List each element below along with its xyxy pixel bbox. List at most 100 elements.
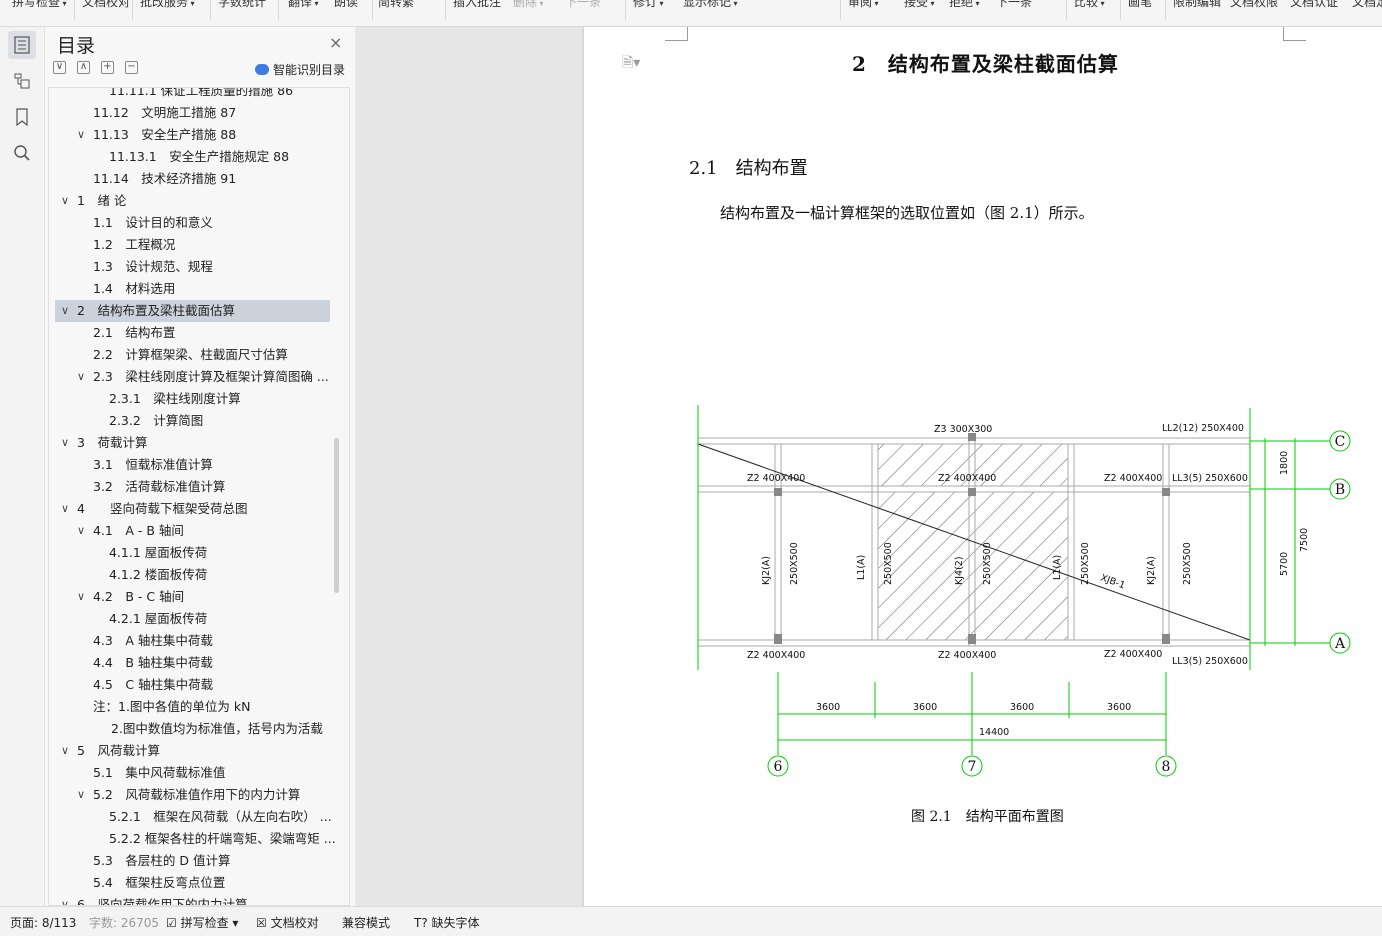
toc-item[interactable]: 2.2 计算框架梁、柱截面尺寸估算	[49, 344, 349, 366]
toc-item[interactable]: 4.2.1 屋面板传荷	[49, 608, 349, 630]
toolbar-item[interactable]: 文档校对	[82, 0, 130, 10]
toolbar-item[interactable]: 限制编辑	[1173, 0, 1221, 10]
toolbar-item[interactable]: 接受 ▾	[904, 0, 935, 10]
toolbar-item[interactable]: 画笔	[1128, 0, 1152, 10]
word-count[interactable]: 字数: 26705	[89, 914, 159, 931]
smart-toc-button[interactable]: 智能识别目录	[255, 61, 345, 78]
expand-all-button[interactable]: ∧	[77, 61, 90, 74]
toolbar-item[interactable]: 下一条	[565, 0, 601, 10]
toolbar-item[interactable]: 下一条	[996, 0, 1032, 10]
toolbar-item[interactable]: 翻译 ▾	[288, 0, 319, 10]
toc-item[interactable]: ∨ 5.2 风荷载标准值作用下的内力计算	[49, 784, 349, 806]
toc-item[interactable]: 4.3 A 轴柱集中荷载	[49, 630, 349, 652]
toc-item[interactable]: 注：1.图中各值的单位为 kN	[49, 696, 349, 718]
toc-item[interactable]: 5.4 框架柱反弯点位置	[49, 872, 349, 894]
toolbar-item[interactable]: 文档定	[1352, 0, 1382, 10]
search-icon[interactable]	[8, 139, 36, 167]
toc-scrollbar[interactable]	[334, 438, 339, 593]
toc-item[interactable]: 1.4 材料选用	[49, 278, 349, 300]
expand-toggle-icon[interactable]: ∨	[77, 586, 85, 608]
toc-item[interactable]: 11.12 文明施工措施 87	[49, 102, 349, 124]
toc-item[interactable]: ∨ 4 竖向荷载下框架受荷总图	[49, 498, 349, 520]
collapse-all-button[interactable]: ∨	[53, 61, 66, 74]
expand-toggle-icon[interactable]: ∨	[77, 784, 85, 806]
toc-item[interactable]: 11.11.1 保证工程质量的措施 86	[49, 88, 349, 102]
toolbar-item[interactable]: 文档权限	[1230, 0, 1278, 10]
toc-item[interactable]: ∨ 4.2 B - C 轴间	[49, 586, 349, 608]
toc-item[interactable]: 1.1 设计目的和意义	[49, 212, 349, 234]
toolbar-item[interactable]: 拼写检查 ▾	[12, 0, 67, 10]
toc-list[interactable]: 11.11.1 保证工程质量的措施 86 11.12 文明施工措施 87 ∨ 11.1…	[48, 87, 350, 906]
structure-icon[interactable]	[8, 67, 36, 95]
ll3-label: LL3(5) 250X600	[1172, 473, 1248, 484]
toc-item[interactable]: 5.1 集中风荷载标准值	[49, 762, 349, 784]
toc-item[interactable]: ∨ 2.3 梁柱线刚度计算及框架计算简图确 ...	[49, 366, 349, 388]
remove-heading-button[interactable]: −	[125, 61, 138, 74]
toc-item[interactable]: 5.2.2 框架各柱的杆端弯矩、梁端弯矩 ...	[49, 828, 349, 850]
toc-item-label: 11.13 安全生产措施 88	[93, 127, 237, 142]
toc-item[interactable]: ∨ 1 绪 论	[49, 190, 349, 212]
toolbar-item[interactable]: 显示标记 ▾	[683, 0, 738, 10]
add-heading-button[interactable]: +	[101, 61, 114, 74]
toc-item[interactable]: ∨ 2 结构布置及梁柱截面估算	[49, 300, 349, 322]
expand-toggle-icon[interactable]: ∨	[77, 366, 85, 388]
toolbar-item[interactable]: 字数统计	[218, 0, 266, 10]
compat-mode[interactable]: 兼容模式	[342, 914, 390, 931]
expand-toggle-icon[interactable]: ∨	[77, 520, 85, 542]
toc-item[interactable]: 2.1 结构布置	[49, 322, 349, 344]
expand-toggle-icon[interactable]: ∨	[61, 740, 69, 762]
toolbar-item[interactable]: 审阅 ▾	[848, 0, 879, 10]
toolbar-separator	[74, 0, 75, 20]
toc-item[interactable]: 5.2.1 框架在风荷载（从左向右吹） ...	[49, 806, 349, 828]
toc-item[interactable]: 3.1 恒载标准值计算	[49, 454, 349, 476]
axis-label-6: 6	[774, 759, 783, 775]
beam-size-label: 250X500	[1080, 542, 1091, 585]
proofread-status[interactable]: ☒ 文档校对	[256, 914, 319, 931]
toc-item[interactable]: ∨ 4.1 A - B 轴间	[49, 520, 349, 542]
toc-item[interactable]: ∨ 3 荷载计算	[49, 432, 349, 454]
page-indicator[interactable]: 页面: 8/113	[10, 914, 76, 931]
expand-toggle-icon[interactable]: ∨	[61, 498, 69, 520]
toc-item[interactable]: 2.3.2 计算简图	[49, 410, 349, 432]
toc-item[interactable]: 4.1.1 屋面板传荷	[49, 542, 349, 564]
toc-item[interactable]: 2.图中数值均为标准值，括号内为活载	[49, 718, 349, 740]
beam-size-label: 250X500	[982, 542, 993, 585]
toolbar-item[interactable]: 比较 ▾	[1074, 0, 1105, 10]
toc-item[interactable]: 5.3 各层柱的 D 值计算	[49, 850, 349, 872]
expand-toggle-icon[interactable]: ∨	[61, 894, 69, 905]
missing-font[interactable]: T? 缺失字体	[414, 914, 480, 931]
toc-icon[interactable]	[8, 31, 36, 59]
spell-check-status[interactable]: ☑ 拼写检查 ▾	[166, 914, 238, 931]
section-heading: 2.1 结构布置	[689, 158, 808, 179]
toc-item[interactable]: 11.13.1 安全生产措施规定 88	[49, 146, 349, 168]
toolbar-item[interactable]: 插入批注	[453, 0, 501, 10]
toolbar-item[interactable]: 批改服务 ▾	[140, 0, 195, 10]
toc-item[interactable]: 4.5 C 轴柱集中荷载	[49, 674, 349, 696]
toolbar-separator	[445, 0, 446, 20]
bookmark-icon[interactable]	[8, 103, 36, 131]
toc-item[interactable]: ∨ 6 竖向荷载作用下的内力计算	[49, 894, 349, 905]
toolbar-item[interactable]: 修订 ▾	[633, 0, 664, 10]
toc-item[interactable]: 4.1.2 楼面板传荷	[49, 564, 349, 586]
toc-item[interactable]: 4.4 B 轴柱集中荷载	[49, 652, 349, 674]
expand-toggle-icon[interactable]: ∨	[77, 124, 85, 146]
toolbar-item[interactable]: 朗读	[334, 0, 358, 10]
toc-item[interactable]: 2.3.1 梁柱线刚度计算	[49, 388, 349, 410]
toc-item[interactable]: 11.14 技术经济措施 91	[49, 168, 349, 190]
expand-toggle-icon[interactable]: ∨	[61, 190, 69, 212]
toolbar-item[interactable]: 文档认证	[1290, 0, 1338, 10]
toc-item[interactable]: 3.2 活荷载标准值计算	[49, 476, 349, 498]
toolbar-item[interactable]: 删除 ▾	[513, 0, 544, 10]
expand-toggle-icon[interactable]: ∨	[61, 300, 69, 322]
toc-item[interactable]: 1.3 设计规范、规程	[49, 256, 349, 278]
toolbar-item[interactable]: 简转繁	[378, 0, 414, 10]
expand-toggle-icon[interactable]: ∨	[61, 432, 69, 454]
toc-item[interactable]: ∨ 5 风荷载计算	[49, 740, 349, 762]
toolbar-item[interactable]: 拒绝 ▾	[949, 0, 980, 10]
close-icon[interactable]: ×	[329, 33, 342, 52]
document-icon[interactable]: 🗎▾	[622, 52, 640, 76]
toc-item-label: 1.1 设计目的和意义	[93, 215, 213, 230]
toc-item[interactable]: 1.2 工程概况	[49, 234, 349, 256]
toc-item[interactable]: ∨ 11.13 安全生产措施 88	[49, 124, 349, 146]
span-label: 3600	[1107, 702, 1131, 713]
